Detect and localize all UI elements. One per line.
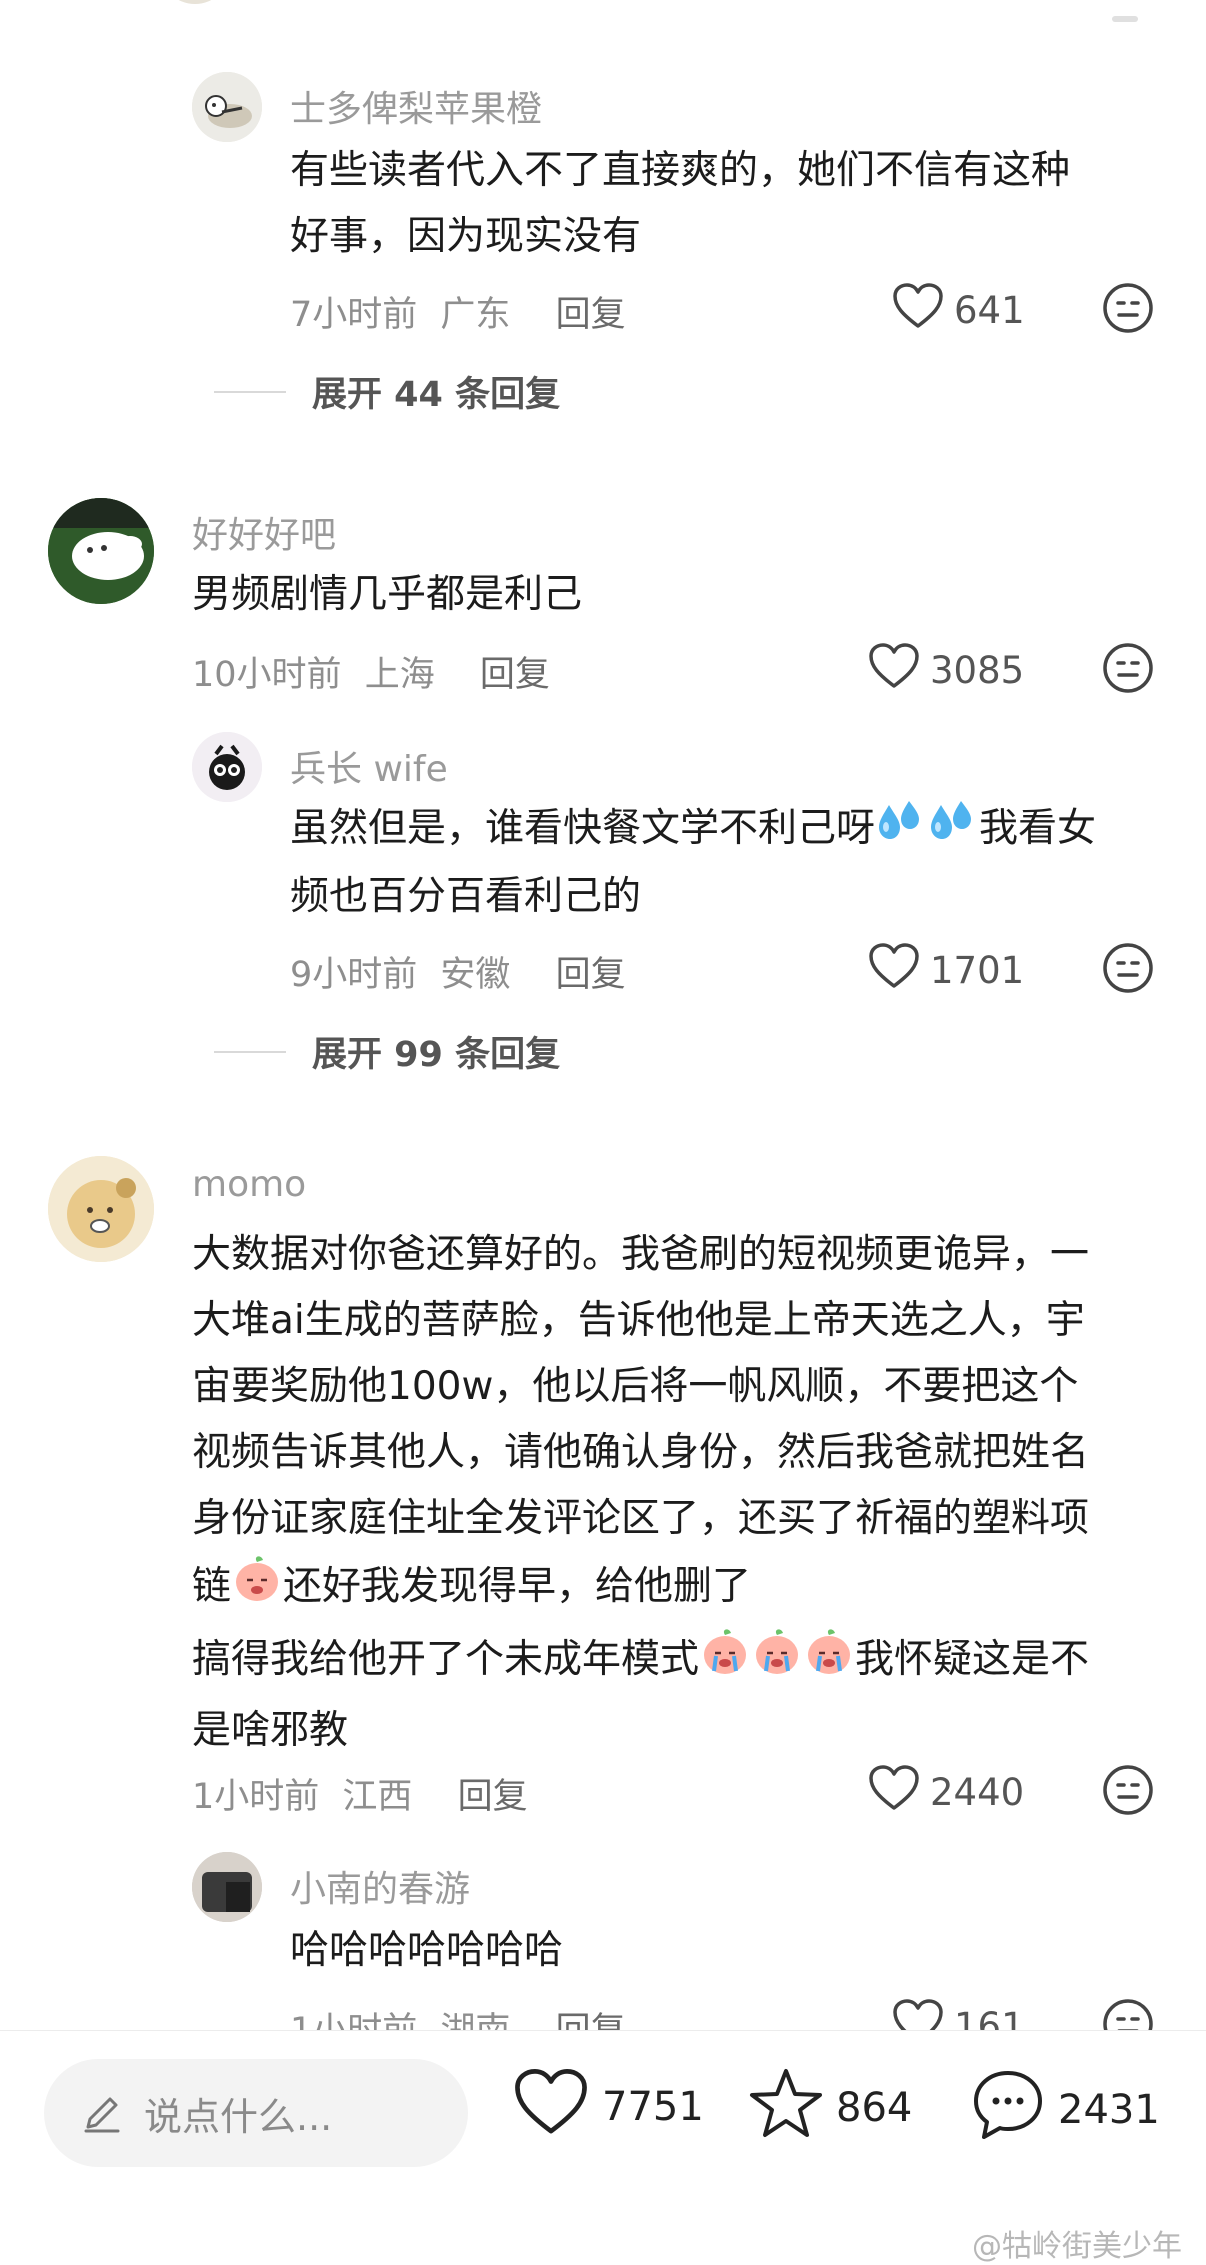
- username[interactable]: 小南的春游: [290, 1860, 470, 1912]
- avatar[interactable]: [192, 72, 262, 142]
- neutral-face-icon: [1102, 643, 1154, 698]
- divider-line: [214, 390, 286, 393]
- comment-line: 大堆ai生成的菩萨脸，告诉他他是上帝天选之人，宇: [192, 1298, 1085, 1343]
- crying-peach-emoji: [699, 1625, 751, 1698]
- star-outline-icon: [748, 2067, 836, 2149]
- expand-replies-button[interactable]: 展开 44 条回复: [214, 366, 560, 417]
- timestamp: 1小时前: [192, 1777, 320, 1817]
- dislike-button[interactable]: [1102, 1764, 1154, 1820]
- comment-text: 虽然但是，谁看快餐文学不利己呀 我看女 频也百分百看利己的: [290, 796, 1170, 930]
- timestamp: 7小时前: [290, 295, 418, 335]
- timestamp: 10小时前: [192, 655, 342, 695]
- comment-line: 链 还好我发现得早，给他删了: [192, 1552, 1172, 1625]
- dislike-button[interactable]: [1102, 642, 1154, 698]
- input-placeholder: 说点什么...: [144, 2094, 333, 2139]
- comment-segment: 我看女: [979, 806, 1097, 851]
- like-post-button[interactable]: 7751: [512, 2067, 704, 2147]
- comment-meta: 1小时前 江西 回复: [192, 1768, 528, 1819]
- comment-meta: 7小时前 广东 回复: [290, 286, 626, 337]
- avatar[interactable]: [48, 1156, 154, 1262]
- dislike-button[interactable]: [1102, 282, 1154, 338]
- dislike-button[interactable]: [1102, 942, 1154, 998]
- comment-line: 是啥邪教: [192, 1708, 349, 1753]
- heart-outline-icon: [892, 282, 954, 339]
- divider-line: [214, 1050, 286, 1053]
- favorite-post-button[interactable]: 864: [748, 2067, 912, 2149]
- like-count: 3085: [930, 649, 1025, 692]
- bottom-action-bar: 说点什么... 7751 864 2431 @牯岭街美少年: [0, 2030, 1206, 2264]
- like-button[interactable]: 2440: [868, 1764, 1024, 1821]
- neutral-face-icon: [1102, 1765, 1154, 1820]
- partial-avatar-top: [160, 0, 230, 4]
- location: 江西: [342, 1777, 413, 1817]
- username[interactable]: 好好好吧: [192, 506, 336, 558]
- reply-button[interactable]: 回复: [556, 295, 626, 335]
- like-button[interactable]: 3085: [868, 642, 1024, 699]
- location: 广东: [440, 295, 511, 335]
- like-count: 2440: [930, 1771, 1025, 1814]
- reply-button[interactable]: 回复: [458, 1777, 528, 1817]
- comment-post-button[interactable]: 2431: [970, 2067, 1160, 2153]
- comment-line: 好事，因为现实没有: [290, 214, 642, 259]
- heart-outline-icon: [868, 1764, 930, 1821]
- partial-dislike-top: [1112, 16, 1138, 22]
- expand-replies-button[interactable]: 展开 99 条回复: [214, 1026, 560, 1077]
- username[interactable]: 兵长 wife: [290, 740, 448, 792]
- comment-segment: 我怀疑这是不: [855, 1637, 1090, 1682]
- crying-peach-emoji: [751, 1625, 803, 1698]
- comment-segment: 搞得我给他开了个未成年模式: [192, 1637, 700, 1682]
- chat-bubble-icon: [970, 2067, 1058, 2153]
- expand-label: 展开 99 条回复: [312, 1035, 561, 1075]
- comment-line: 频也百分百看利己的: [290, 874, 642, 919]
- neutral-face-icon: [1102, 283, 1154, 338]
- comment-segment: 链: [192, 1564, 232, 1609]
- comment-line: 大数据对你爸还算好的。我爸刷的短视频更诡异，一: [192, 1232, 1090, 1277]
- sweat-droplets-emoji: [927, 797, 979, 864]
- heart-outline-icon: [512, 2067, 602, 2147]
- neutral-face-icon: [1102, 943, 1154, 998]
- comment-input[interactable]: 说点什么...: [44, 2059, 468, 2167]
- timestamp: 9小时前: [290, 955, 418, 995]
- comment-text: 有些读者代入不了直接爽的，她们不信有这种 好事，因为现实没有: [290, 138, 1170, 270]
- comment-text: 男频剧情几乎都是利己: [192, 562, 1152, 628]
- avatar[interactable]: [48, 498, 154, 604]
- like-button[interactable]: 1701: [868, 942, 1024, 999]
- comment-line: 男频剧情几乎都是利己: [192, 572, 583, 617]
- pencil-icon: [78, 2089, 126, 2137]
- comment-line: 虽然但是，谁看快餐文学不利己呀 我看女: [290, 796, 1170, 864]
- post-favorite-count: 864: [836, 2085, 913, 2131]
- crying-peach-emoji: [231, 1552, 283, 1625]
- comment-text: 哈哈哈哈哈哈哈: [290, 1918, 1170, 1984]
- avatar[interactable]: [192, 732, 262, 802]
- comment-meta: 9小时前 安徽 回复: [290, 946, 626, 997]
- comment-line: 宙要奖励他100w，他以后将一帆风顺，不要把这个: [192, 1364, 1079, 1409]
- watermark: @牯岭街美少年: [972, 2229, 1182, 2264]
- comment-line: 搞得我给他开了个未成年模式 我怀疑这是不: [192, 1625, 1172, 1698]
- like-count: 641: [954, 289, 1025, 332]
- post-like-count: 7751: [602, 2084, 704, 2130]
- comment-segment: 还好我发现得早，给他删了: [283, 1564, 752, 1609]
- like-button[interactable]: 641: [892, 282, 1025, 339]
- location: 上海: [364, 655, 435, 695]
- comment-line: 视频告诉其他人，请他确认身份，然后我爸就把姓名: [192, 1430, 1090, 1475]
- like-count: 1701: [930, 949, 1025, 992]
- comment-segment: 虽然但是，谁看快餐文学不利己呀: [290, 806, 876, 851]
- crying-peach-emoji: [803, 1625, 855, 1698]
- expand-label: 展开 44 条回复: [312, 375, 561, 415]
- comment-text: 大数据对你爸还算好的。我爸刷的短视频更诡异，一 大堆ai生成的菩萨脸，告诉他他是…: [192, 1222, 1172, 1764]
- comment-meta: 10小时前 上海 回复: [192, 646, 550, 697]
- comment-line: 哈哈哈哈哈哈哈: [290, 1928, 564, 1973]
- heart-outline-icon: [868, 642, 930, 699]
- heart-outline-icon: [868, 942, 930, 999]
- sweat-droplets-emoji: [875, 797, 927, 864]
- avatar[interactable]: [192, 1852, 262, 1922]
- username[interactable]: momo: [192, 1164, 306, 1205]
- comment-line: 有些读者代入不了直接爽的，她们不信有这种: [290, 148, 1071, 193]
- comment-line: 身份证家庭住址全发评论区了，还买了祈福的塑料项: [192, 1496, 1090, 1541]
- username[interactable]: 士多俾梨苹果橙: [290, 80, 542, 132]
- post-comment-count: 2431: [1058, 2087, 1160, 2133]
- reply-button[interactable]: 回复: [480, 655, 550, 695]
- reply-button[interactable]: 回复: [556, 955, 626, 995]
- location: 安徽: [440, 955, 511, 995]
